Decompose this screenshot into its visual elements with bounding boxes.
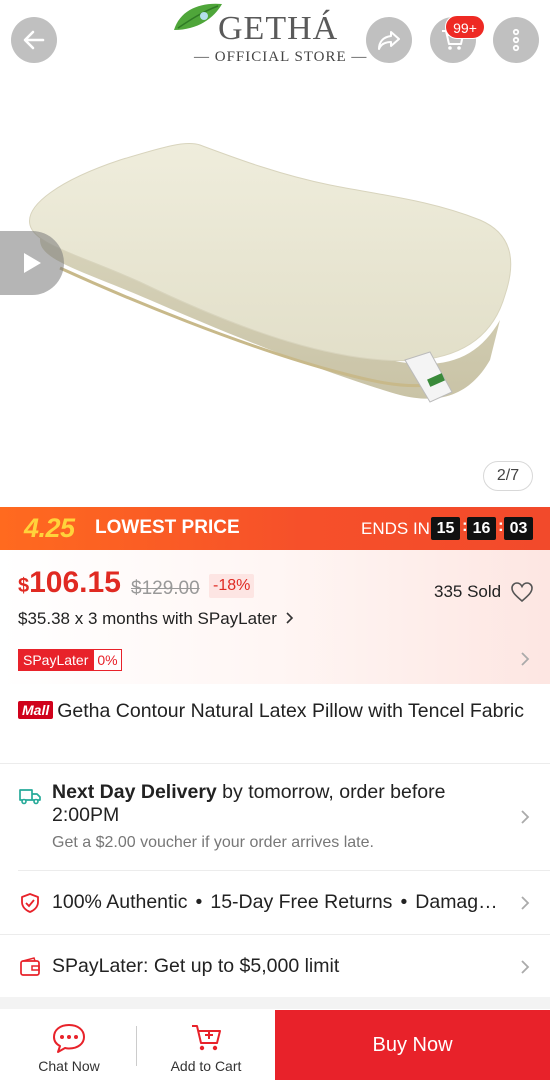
timer-seconds: 03 bbox=[504, 517, 533, 540]
add-to-cart-button[interactable]: Add to Cart bbox=[156, 1010, 256, 1080]
delivery-voucher-note: Get a $2.00 voucher if your order arrive… bbox=[52, 834, 374, 851]
mall-badge: Mall bbox=[18, 701, 54, 719]
guarantee-returns: 15-Day Free Returns bbox=[210, 891, 393, 913]
shield-check-icon bbox=[21, 893, 39, 913]
installment-text: $35.38 x 3 months with SPayLater bbox=[18, 609, 277, 628]
play-icon bbox=[24, 253, 41, 273]
bottom-bar-divider bbox=[136, 1026, 137, 1066]
product-image-pillow[interactable] bbox=[0, 0, 550, 505]
brand-logo: GETHÁ — OFFICIAL STORE — bbox=[170, 0, 390, 72]
bullet-separator: • bbox=[195, 891, 203, 913]
add-to-cart-label: Add to Cart bbox=[170, 1058, 242, 1074]
timer-colon: : bbox=[498, 516, 504, 535]
current-price: $106.15 bbox=[18, 566, 121, 600]
chat-icon bbox=[53, 1024, 85, 1053]
chevron-right-icon bbox=[521, 960, 530, 974]
price-section: $106.15 $129.00 -18% 335 Sold $35.38 x 3… bbox=[0, 550, 550, 684]
image-pager: 2/7 bbox=[483, 461, 533, 491]
guarantee-authentic: 100% Authentic bbox=[52, 891, 188, 913]
discount-badge: -18% bbox=[209, 574, 255, 598]
sale-date-label: 4.25 bbox=[24, 513, 75, 543]
spaylater-rate: 0% bbox=[93, 649, 122, 671]
delivery-info: Next Day Delivery by tomorrow, order bef… bbox=[52, 781, 482, 827]
share-icon bbox=[378, 31, 400, 50]
chat-now-button[interactable]: Chat Now bbox=[20, 1010, 118, 1080]
guarantee-text: 100% Authentic • 15-Day Free Returns • Damag… bbox=[52, 891, 498, 914]
chevron-right-icon bbox=[521, 810, 530, 824]
wallet-icon bbox=[20, 957, 40, 976]
chevron-right-icon bbox=[521, 896, 530, 910]
currency-symbol: $ bbox=[18, 575, 30, 597]
original-price: $129.00 bbox=[131, 578, 200, 599]
play-video-button[interactable] bbox=[0, 231, 64, 295]
truck-icon bbox=[19, 789, 41, 805]
cart-count-badge: 99+ bbox=[445, 15, 485, 39]
chat-now-label: Chat Now bbox=[38, 1058, 100, 1074]
bottom-action-bar: Chat Now Add to Cart Buy Now bbox=[0, 1010, 550, 1080]
sale-title: LOWEST PRICE bbox=[95, 517, 240, 538]
guarantee-damage: Damag… bbox=[415, 891, 498, 913]
back-arrow-icon bbox=[23, 30, 45, 50]
flash-sale-bar[interactable]: 4.25 LOWEST PRICE ENDS IN 15 : 16 : 03 bbox=[0, 507, 550, 550]
brand-subtitle: — OFFICIAL STORE — bbox=[194, 49, 368, 65]
chevron-right-icon bbox=[286, 612, 293, 624]
more-vertical-icon bbox=[512, 28, 520, 52]
price-amount: 106.15 bbox=[29, 566, 121, 599]
more-options-button[interactable] bbox=[493, 17, 539, 63]
spaylater-badge[interactable]: SPayLater 0% bbox=[18, 649, 122, 671]
timer-minutes: 16 bbox=[467, 517, 496, 540]
timer-hours: 15 bbox=[431, 517, 460, 540]
product-title: Mall Getha Contour Natural Latex Pillow w… bbox=[18, 700, 538, 723]
divider bbox=[18, 870, 550, 871]
bullet-separator: • bbox=[400, 891, 408, 913]
heart-icon[interactable] bbox=[510, 580, 534, 604]
product-title-text: Getha Contour Natural Latex Pillow with … bbox=[57, 700, 525, 722]
sold-count: 335 Sold bbox=[434, 582, 502, 601]
spaylater-promo-text: SPayLater: Get up to $5,000 limit bbox=[52, 955, 340, 977]
brand-name: GETHÁ bbox=[218, 10, 339, 47]
delivery-highlight: Next Day Delivery bbox=[52, 781, 217, 803]
chevron-right-icon[interactable] bbox=[519, 650, 531, 668]
installment-link[interactable]: $35.38 x 3 months with SPayLater bbox=[18, 609, 295, 629]
back-button[interactable] bbox=[11, 17, 57, 63]
product-image-gallery[interactable]: GETHÁ — OFFICIAL STORE — 99+ 2/7 bbox=[0, 0, 550, 505]
share-button[interactable] bbox=[366, 17, 412, 63]
section-separator bbox=[0, 997, 550, 1009]
divider bbox=[0, 934, 550, 935]
buy-now-button[interactable]: Buy Now bbox=[275, 1010, 550, 1080]
spaylater-label: SPayLater bbox=[18, 649, 94, 671]
divider bbox=[0, 763, 550, 764]
add-to-cart-icon bbox=[192, 1025, 221, 1051]
ends-in-label: ENDS IN bbox=[361, 519, 430, 538]
